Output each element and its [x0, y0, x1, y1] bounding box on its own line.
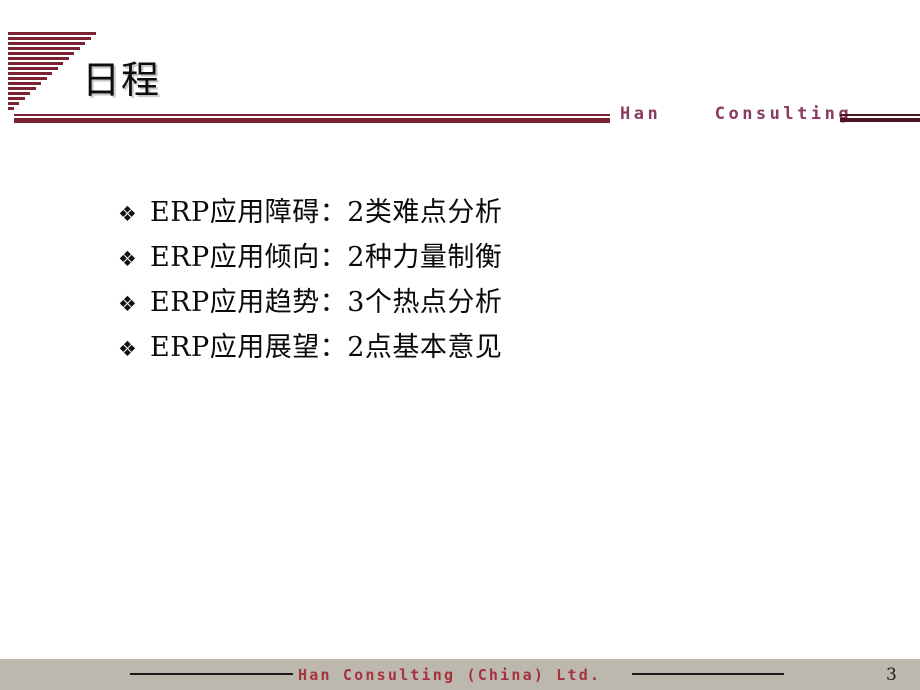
header-rule-right — [840, 114, 920, 122]
triangle-stripe — [8, 32, 96, 35]
triangle-stripe — [8, 42, 85, 45]
footer-rule-left — [130, 673, 293, 675]
triangle-stripe — [8, 82, 41, 85]
list-item: ❖ ERP应用障碍：2类难点分析 — [118, 190, 818, 235]
triangle-stripe — [8, 67, 58, 70]
slide-header: 日程 Han Consulting — [0, 0, 920, 140]
bullet-list: ❖ ERP应用障碍：2类难点分析 ❖ ERP应用倾向：2种力量制衡 ❖ ERP应… — [118, 190, 818, 370]
triangle-stripe — [8, 87, 36, 90]
triangle-stripe — [8, 47, 80, 50]
triangle-stripe — [8, 77, 47, 80]
triangle-stripe — [8, 102, 19, 105]
diamond-bullet-icon: ❖ — [118, 247, 137, 271]
header-rule-right-line-2 — [840, 118, 920, 122]
list-item: ❖ ERP应用倾向：2种力量制衡 — [118, 235, 818, 280]
diamond-bullet-icon: ❖ — [118, 202, 137, 226]
list-item-label: ERP应用展望：2点基本意见 — [150, 332, 503, 363]
header-rule-left-line-2 — [14, 118, 610, 123]
triangle-stripe — [8, 57, 69, 60]
triangle-stripe — [8, 62, 63, 65]
list-item-label: ERP应用倾向：2种力量制衡 — [150, 242, 503, 273]
triangle-stripe — [8, 92, 30, 95]
triangle-stripe — [8, 52, 74, 55]
list-item-label: ERP应用趋势：3个热点分析 — [150, 287, 503, 318]
list-item-label: ERP应用障碍：2类难点分析 — [150, 197, 503, 228]
triangle-stripe — [8, 37, 91, 40]
footer-rule-right — [632, 673, 784, 675]
footer-brand-label: Han Consulting (China) Ltd. — [298, 666, 602, 684]
page-title: 日程 — [82, 58, 161, 102]
triangle-stripe — [8, 107, 14, 110]
diamond-bullet-icon: ❖ — [118, 292, 137, 316]
header-rule-left — [14, 114, 610, 123]
page-number: 3 — [886, 665, 897, 685]
diamond-bullet-icon: ❖ — [118, 337, 137, 361]
slide-canvas: 日程 Han Consulting ❖ ERP应用障碍：2类难点分析 ❖ ERP… — [0, 0, 920, 690]
header-brand: Han Consulting — [620, 104, 852, 124]
header-brand-word-consulting: Consulting — [714, 104, 853, 124]
header-brand-word-han: Han — [620, 104, 662, 124]
list-item: ❖ ERP应用趋势：3个热点分析 — [118, 280, 818, 325]
list-item: ❖ ERP应用展望：2点基本意见 — [118, 325, 818, 370]
triangle-stripe — [8, 97, 25, 100]
triangle-stripe — [8, 72, 52, 75]
